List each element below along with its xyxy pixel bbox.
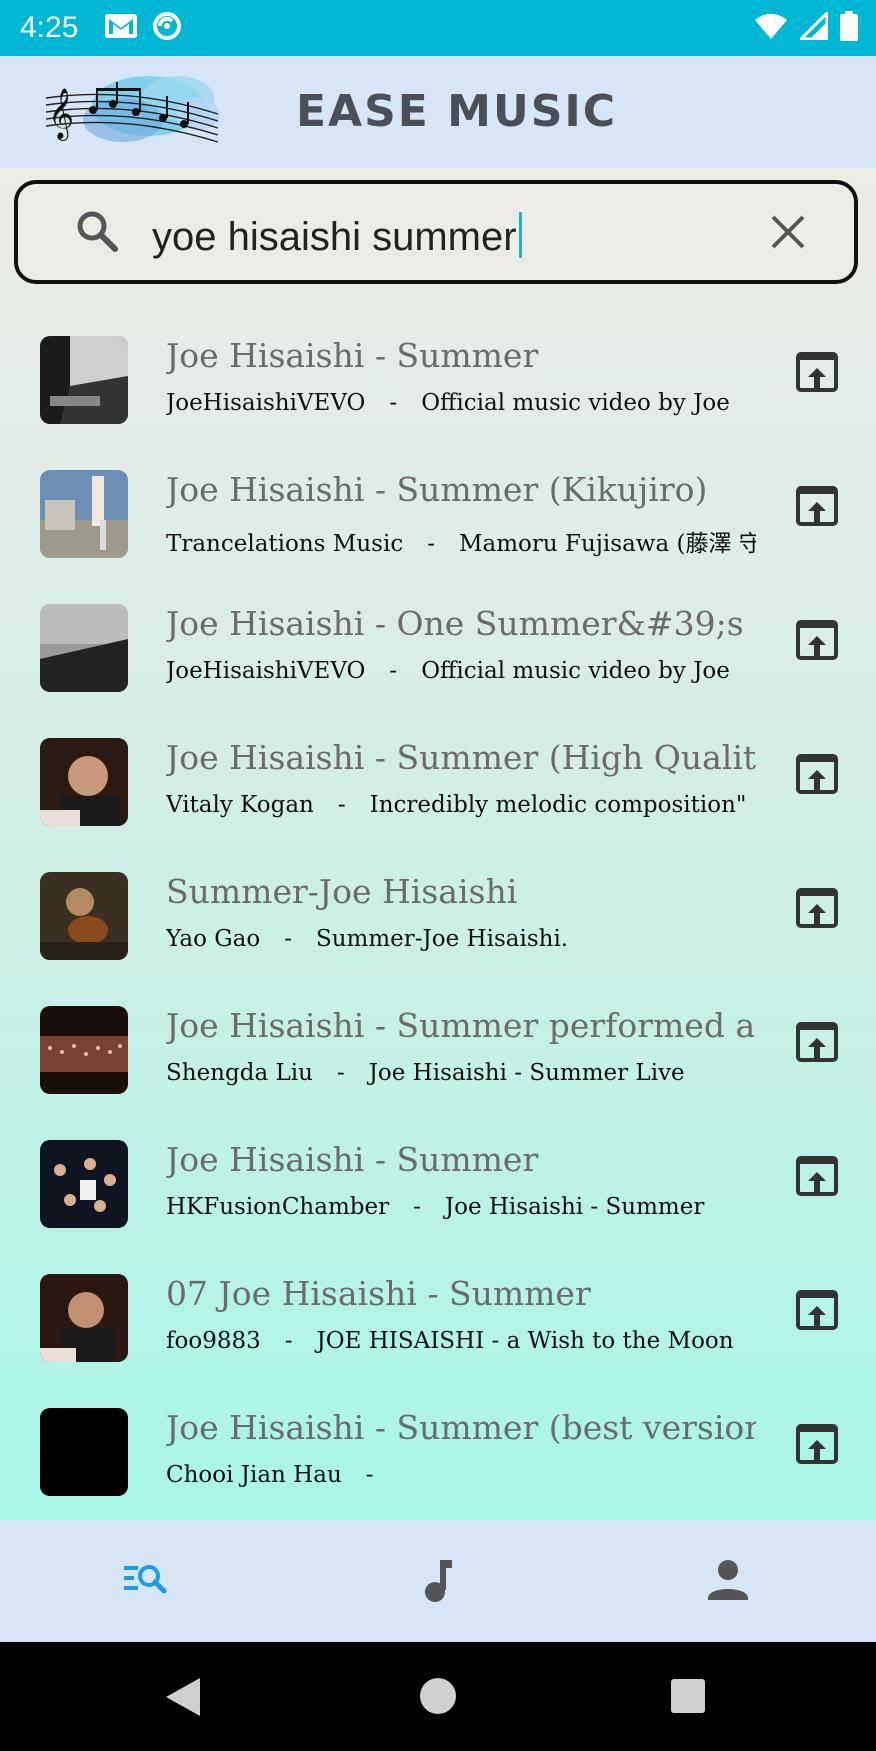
search-list-icon[interactable] [122, 1558, 170, 1602]
video-thumbnail [40, 1006, 128, 1094]
result-description: Mamoru Fujisawa (藤澤 守 [458, 531, 756, 557]
search-icon [76, 210, 118, 256]
result-title: Joe Hisaishi - Summer (best version) [166, 1408, 756, 1447]
back-icon[interactable] [164, 1676, 202, 1722]
video-thumbnail [40, 1408, 128, 1496]
open-in-icon[interactable] [796, 1424, 838, 1468]
bottom-nav [0, 1520, 876, 1642]
result-separator: - [389, 390, 398, 416]
video-thumbnail [40, 872, 128, 960]
result-subtitle: JoeHisaishiVEVO - Official music video by … [166, 390, 756, 416]
list-item[interactable]: Joe Hisaishi - Summer (Kikujiro) Trancela… [0, 462, 876, 596]
video-thumbnail [40, 1274, 128, 1362]
open-in-icon[interactable] [796, 1156, 838, 1200]
list-item[interactable]: Joe Hisaishi - Summer performed at Shengd… [0, 998, 876, 1132]
result-separator: - [389, 658, 398, 684]
list-item[interactable]: Summer-Joe Hisaishi Yao Gao - Summer-Joe Hi… [0, 864, 876, 998]
result-subtitle: Chooi Jian Hau - [166, 1462, 756, 1488]
result-title: Joe Hisaishi - Summer (Kikujiro) [166, 470, 708, 509]
result-separator: - [413, 1194, 421, 1220]
result-channel: Shengda Liu [166, 1060, 313, 1086]
result-subtitle: Trancelations Music - Mamoru Fujisawa (藤澤 … [166, 524, 756, 558]
video-thumbnail [40, 470, 128, 558]
result-subtitle: HKFusionChamber - Joe Hisaishi - Summer [166, 1194, 756, 1220]
app-title: EASE MUSIC [296, 86, 618, 137]
list-item[interactable]: Joe Hisaishi - Summer JoeHisaishiVEVO - Off… [0, 328, 876, 462]
result-description: Official music video by Joe [421, 390, 730, 416]
result-channel: Vitaly Kogan [166, 792, 314, 818]
result-subtitle: JoeHisaishiVEVO - Official music video by … [166, 658, 756, 684]
recents-icon[interactable] [670, 1678, 706, 1718]
result-subtitle: foo9883- JOE HISAISHI - a Wish to the Moo… [166, 1328, 756, 1354]
result-title: 07 Joe Hisaishi - Summer [166, 1274, 591, 1313]
result-description: Joe Hisaishi - Summer Live [368, 1060, 685, 1086]
results-list: Joe Hisaishi - Summer JoeHisaishiVEVO - Off… [0, 328, 876, 1520]
close-icon[interactable] [770, 214, 806, 254]
result-channel: foo9883 [166, 1328, 261, 1354]
result-title: Joe Hisaishi - Summer (High Quality) [166, 738, 756, 777]
search-query: yoe hisaishi summer [152, 215, 517, 259]
music-note-icon[interactable] [418, 1558, 458, 1608]
video-thumbnail [40, 1140, 128, 1228]
result-title: Joe Hisaishi - Summer [166, 1140, 539, 1179]
open-in-icon[interactable] [796, 620, 838, 664]
result-separator: - [284, 1328, 293, 1354]
search-bar[interactable]: yoe hisaishi summer [14, 180, 858, 284]
result-description: JOE HISAISHI - a Wish to the Moon [316, 1328, 734, 1354]
search-input[interactable]: yoe hisaishi summer [152, 212, 522, 260]
open-in-icon[interactable] [796, 888, 838, 932]
gmail-icon [104, 13, 138, 43]
open-in-icon[interactable] [796, 1022, 838, 1066]
result-title: Summer-Joe Hisaishi [166, 872, 518, 911]
signal-icon [797, 9, 829, 44]
open-in-icon[interactable] [796, 352, 838, 396]
result-separator: - [336, 1060, 345, 1086]
home-icon[interactable] [418, 1676, 458, 1720]
result-separator: - [337, 792, 346, 818]
video-thumbnail [40, 604, 128, 692]
list-item[interactable]: Joe Hisaishi - Summer (best version) Choo… [0, 1400, 876, 1520]
video-thumbnail [40, 738, 128, 826]
text-cursor [518, 212, 522, 258]
result-separator: - [365, 1462, 374, 1488]
result-description: Summer-Joe Hisaishi. [315, 926, 569, 952]
result-channel: HKFusionChamber [166, 1194, 390, 1220]
list-item[interactable]: Joe Hisaishi - Summer HKFusionChamber - Joe… [0, 1132, 876, 1266]
person-icon[interactable] [706, 1558, 750, 1606]
battery-icon [840, 11, 858, 45]
list-item[interactable]: Joe Hisaishi - One Summer&#39;s Day JoeHi… [0, 596, 876, 730]
result-channel: Chooi Jian Hau [166, 1462, 342, 1488]
open-in-icon[interactable] [796, 754, 838, 798]
system-nav-bar [0, 1642, 876, 1751]
video-thumbnail [40, 336, 128, 424]
search-screen: yoe hisaishi summer Joe Hisaishi - Summe… [0, 168, 876, 1520]
app-bar: 𝄞 EASE MUSIC [0, 56, 876, 168]
result-subtitle: Vitaly Kogan - Incredibly melodic composit… [166, 792, 756, 818]
result-title: Joe Hisaishi - Summer [166, 336, 539, 375]
result-channel: JoeHisaishiVEVO [166, 658, 366, 684]
result-channel: Trancelations Music [166, 531, 404, 557]
status-time: 4:25 [20, 11, 79, 44]
result-subtitle: Yao Gao - Summer-Joe Hisaishi. [166, 926, 756, 952]
result-title: Joe Hisaishi - Summer performed at [166, 1006, 756, 1045]
open-in-icon[interactable] [796, 1290, 838, 1334]
wifi-icon [754, 12, 788, 44]
result-description: Joe Hisaishi - Summer [444, 1194, 705, 1220]
result-description: Incredibly melodic composition" [369, 792, 747, 818]
result-channel: JoeHisaishiVEVO [166, 390, 366, 416]
list-item[interactable]: 07 Joe Hisaishi - Summer foo9883- JOE HISA… [0, 1266, 876, 1400]
status-bar: 4:25 [0, 0, 876, 56]
result-separator: - [284, 926, 292, 952]
sync-icon [152, 11, 182, 45]
result-separator: - [427, 531, 435, 557]
result-description: Official music video by Joe [421, 658, 730, 684]
result-title: Joe Hisaishi - One Summer&#39;s Day [166, 604, 756, 643]
result-subtitle: Shengda Liu - Joe Hisaishi - Summer Live [166, 1060, 756, 1086]
list-item[interactable]: Joe Hisaishi - Summer (High Quality) Vita… [0, 730, 876, 864]
result-channel: Yao Gao [166, 926, 261, 952]
open-in-icon[interactable] [796, 486, 838, 530]
music-staff-logo: 𝄞 [38, 68, 228, 158]
svg-text:𝄞: 𝄞 [48, 88, 74, 141]
